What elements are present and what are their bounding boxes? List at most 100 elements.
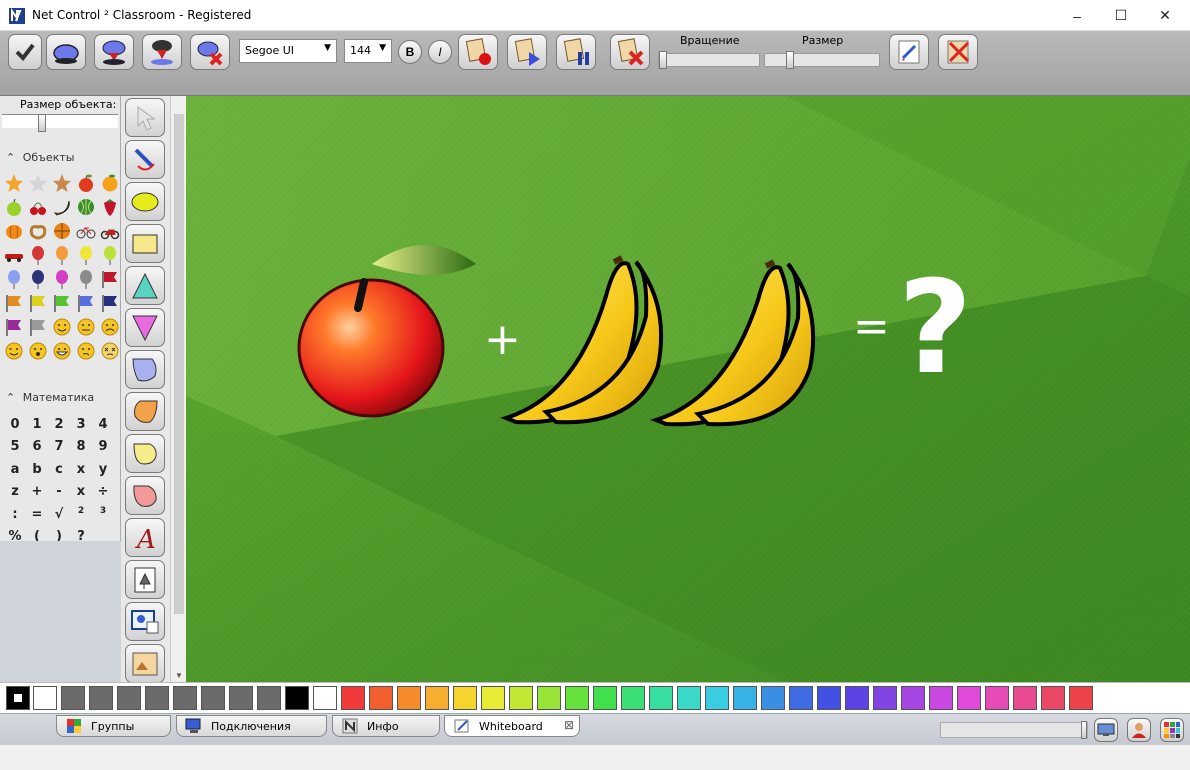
wink-face-icon[interactable]	[2, 339, 26, 363]
strawberry-icon[interactable]	[98, 195, 122, 219]
image-frame-tool-button[interactable]	[125, 560, 165, 599]
grin-face-icon[interactable]	[50, 339, 74, 363]
gray-balloon-icon[interactable]	[74, 267, 98, 291]
color-swatch[interactable]	[173, 686, 197, 710]
banana-icon[interactable]	[50, 195, 74, 219]
color-swatch[interactable]	[621, 686, 645, 710]
surprised-face-icon[interactable]	[26, 339, 50, 363]
bicycle-icon[interactable]	[74, 219, 98, 243]
color-swatch[interactable]	[817, 686, 841, 710]
math-symbol-key[interactable]: b	[26, 458, 48, 481]
pink-balloon-icon[interactable]	[50, 267, 74, 291]
select-tool-button[interactable]	[125, 98, 165, 137]
math-symbol-key[interactable]: x	[70, 458, 92, 481]
math-symbol-key[interactable]: 1	[26, 413, 48, 436]
pretzel-icon[interactable]	[26, 219, 50, 243]
tab-info[interactable]: Инфо	[332, 715, 440, 737]
color-swatch[interactable]	[873, 686, 897, 710]
orange-balloon-icon[interactable]	[50, 243, 74, 267]
smiley-icon[interactable]	[50, 315, 74, 339]
orange-flag-icon[interactable]	[2, 291, 26, 315]
pen-tool-button[interactable]	[125, 140, 165, 179]
orange-icon[interactable]	[98, 171, 122, 195]
math-symbol-key[interactable]: +	[26, 481, 48, 504]
math-symbol-key[interactable]: 2	[48, 413, 70, 436]
color-swatch[interactable]	[145, 686, 169, 710]
background-tool-button[interactable]	[125, 644, 165, 683]
rectangle-tool-button[interactable]	[125, 224, 165, 263]
blue-balloon-icon[interactable]	[2, 267, 26, 291]
motorcycle-icon[interactable]	[98, 219, 122, 243]
object-size-slider[interactable]	[2, 114, 118, 132]
pumpkin-icon[interactable]	[2, 219, 26, 243]
color-swatch[interactable]	[313, 686, 337, 710]
close-button[interactable]: ✕	[1142, 0, 1188, 31]
color-swatch[interactable]	[229, 686, 253, 710]
color-swatch[interactable]	[1013, 686, 1037, 710]
color-swatch[interactable]	[117, 686, 141, 710]
math-symbol-key[interactable]: 7	[48, 436, 70, 459]
question-mark[interactable]: ?	[898, 254, 972, 403]
cloud-push-button[interactable]	[94, 34, 134, 70]
object-size-slider-thumb[interactable]	[37, 114, 46, 132]
purple-flag-icon[interactable]	[2, 315, 26, 339]
check-button[interactable]	[8, 34, 42, 70]
tools-scrollbar[interactable]: ▼	[170, 96, 186, 682]
rotation-slider[interactable]	[658, 51, 760, 69]
font-family-select[interactable]: Segoe UI ▼	[239, 39, 337, 63]
student-button[interactable]	[1127, 718, 1151, 742]
edit-board-button[interactable]	[889, 34, 929, 70]
math-symbol-key[interactable]: 9	[92, 436, 114, 459]
basketball-icon[interactable]	[50, 219, 74, 243]
dizzy-face-icon[interactable]	[98, 339, 122, 363]
navy-balloon-icon[interactable]	[26, 267, 50, 291]
blue-flag-icon[interactable]	[74, 291, 98, 315]
orange-shape-tool-button[interactable]	[125, 392, 165, 431]
color-swatch[interactable]	[705, 686, 729, 710]
color-swatch[interactable]	[33, 686, 57, 710]
math-symbol-key[interactable]: ÷	[92, 481, 114, 504]
math-symbol-key[interactable]: z	[4, 481, 26, 504]
color-swatch[interactable]	[89, 686, 113, 710]
color-swatch[interactable]	[929, 686, 953, 710]
neutral-face-icon[interactable]	[74, 315, 98, 339]
color-swatch[interactable]	[649, 686, 673, 710]
math-symbol-key[interactable]: 5	[4, 436, 26, 459]
yellow-shape-tool-button[interactable]	[125, 434, 165, 473]
screen-view-button[interactable]	[1094, 718, 1118, 742]
math-symbol-key[interactable]: √	[48, 503, 70, 526]
tab-connections[interactable]: Подключения	[176, 715, 327, 737]
bold-button[interactable]: B	[398, 40, 422, 64]
bronze-star-icon[interactable]	[50, 171, 74, 195]
objects-section-header[interactable]: ⌃ Объекты	[6, 151, 74, 164]
color-swatch[interactable]	[761, 686, 785, 710]
green-apple-icon[interactable]	[2, 195, 26, 219]
maximize-button[interactable]: ☐	[1098, 0, 1144, 31]
math-symbol-key[interactable]: =	[26, 503, 48, 526]
size-slider-thumb[interactable]	[786, 51, 795, 69]
current-color-indicator[interactable]	[6, 686, 30, 710]
green-flag-icon[interactable]	[50, 291, 74, 315]
math-symbol-key[interactable]: :	[4, 503, 26, 526]
thinking-face-icon[interactable]	[74, 339, 98, 363]
size-slider[interactable]	[764, 51, 880, 69]
cherries-icon[interactable]	[26, 195, 50, 219]
color-swatch[interactable]	[481, 686, 505, 710]
color-swatch[interactable]	[677, 686, 701, 710]
zoom-slider[interactable]	[940, 721, 1088, 739]
color-swatch[interactable]	[341, 686, 365, 710]
record-button[interactable]	[458, 34, 498, 70]
color-swatch[interactable]	[957, 686, 981, 710]
yellow-flag-icon[interactable]	[26, 291, 50, 315]
gray-flag-icon[interactable]	[26, 315, 50, 339]
color-swatch[interactable]	[1069, 686, 1093, 710]
color-swatch[interactable]	[565, 686, 589, 710]
color-swatch[interactable]	[593, 686, 617, 710]
font-size-select[interactable]: 144 ▼	[344, 39, 392, 63]
red-flag-icon[interactable]	[98, 267, 122, 291]
clear-board-button[interactable]	[938, 34, 978, 70]
math-symbol-key[interactable]: 4	[92, 413, 114, 436]
color-swatch[interactable]	[845, 686, 869, 710]
gold-star-icon[interactable]	[2, 171, 26, 195]
sad-face-icon[interactable]	[98, 315, 122, 339]
